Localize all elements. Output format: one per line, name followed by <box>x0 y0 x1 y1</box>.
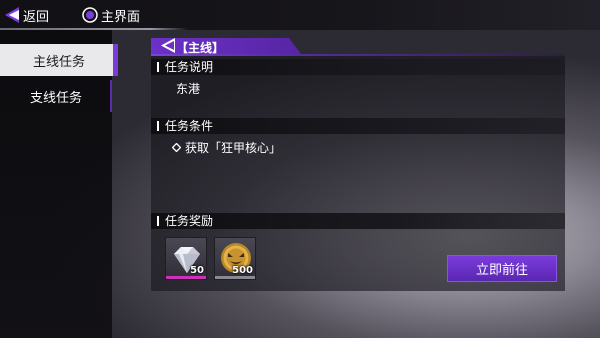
title-underline <box>151 54 565 56</box>
home-label: 主界面 <box>101 9 141 25</box>
quest-description: 东港 <box>176 82 201 96</box>
rarity-bar <box>215 276 255 279</box>
section-bar <box>157 62 159 72</box>
sidebar-tab-label: 主线任务 <box>32 54 85 70</box>
section-header-conditions: 任务条件 <box>151 118 565 134</box>
reward-quantity: 50 <box>190 265 204 276</box>
tab-accent <box>110 80 112 112</box>
reward-item-diamond[interactable]: 50 <box>165 237 207 280</box>
section-bar <box>157 121 159 131</box>
section-header-label: 任务说明 <box>165 60 214 74</box>
section-bar <box>157 216 159 226</box>
sidebar-tab-side-quest[interactable]: 支线任务 <box>0 80 112 112</box>
back-arrow-icon <box>5 7 19 23</box>
home-button[interactable]: 主界面 <box>82 4 140 26</box>
reward-item-gold-coin[interactable]: 500 <box>214 237 256 280</box>
sidebar-tab-main-quest[interactable]: 主线任务 <box>0 44 118 76</box>
section-header-rewards: 任务奖励 <box>151 213 565 229</box>
home-circle-icon <box>82 7 98 23</box>
back-button[interactable]: 返回 <box>4 4 49 26</box>
condition-item: 获取「狂甲核心」 <box>172 139 281 156</box>
sidebar-tab-label: 支线任务 <box>29 90 82 106</box>
go-now-button[interactable]: 立即前往 <box>447 255 557 282</box>
condition-text: 获取「狂甲核心」 <box>185 141 282 155</box>
section-header-label: 任务奖励 <box>165 214 214 228</box>
diamond-bullet-icon <box>172 143 181 152</box>
rarity-bar <box>166 276 206 279</box>
reward-quantity: 500 <box>232 265 253 276</box>
section-header-label: 任务条件 <box>165 119 214 133</box>
back-label: 返回 <box>23 9 50 25</box>
sidebar: 主线任务 支线任务 <box>0 30 118 338</box>
section-header-description: 任务说明 <box>151 59 565 75</box>
active-tab-accent <box>113 44 118 76</box>
quest-flag-icon <box>161 38 175 53</box>
